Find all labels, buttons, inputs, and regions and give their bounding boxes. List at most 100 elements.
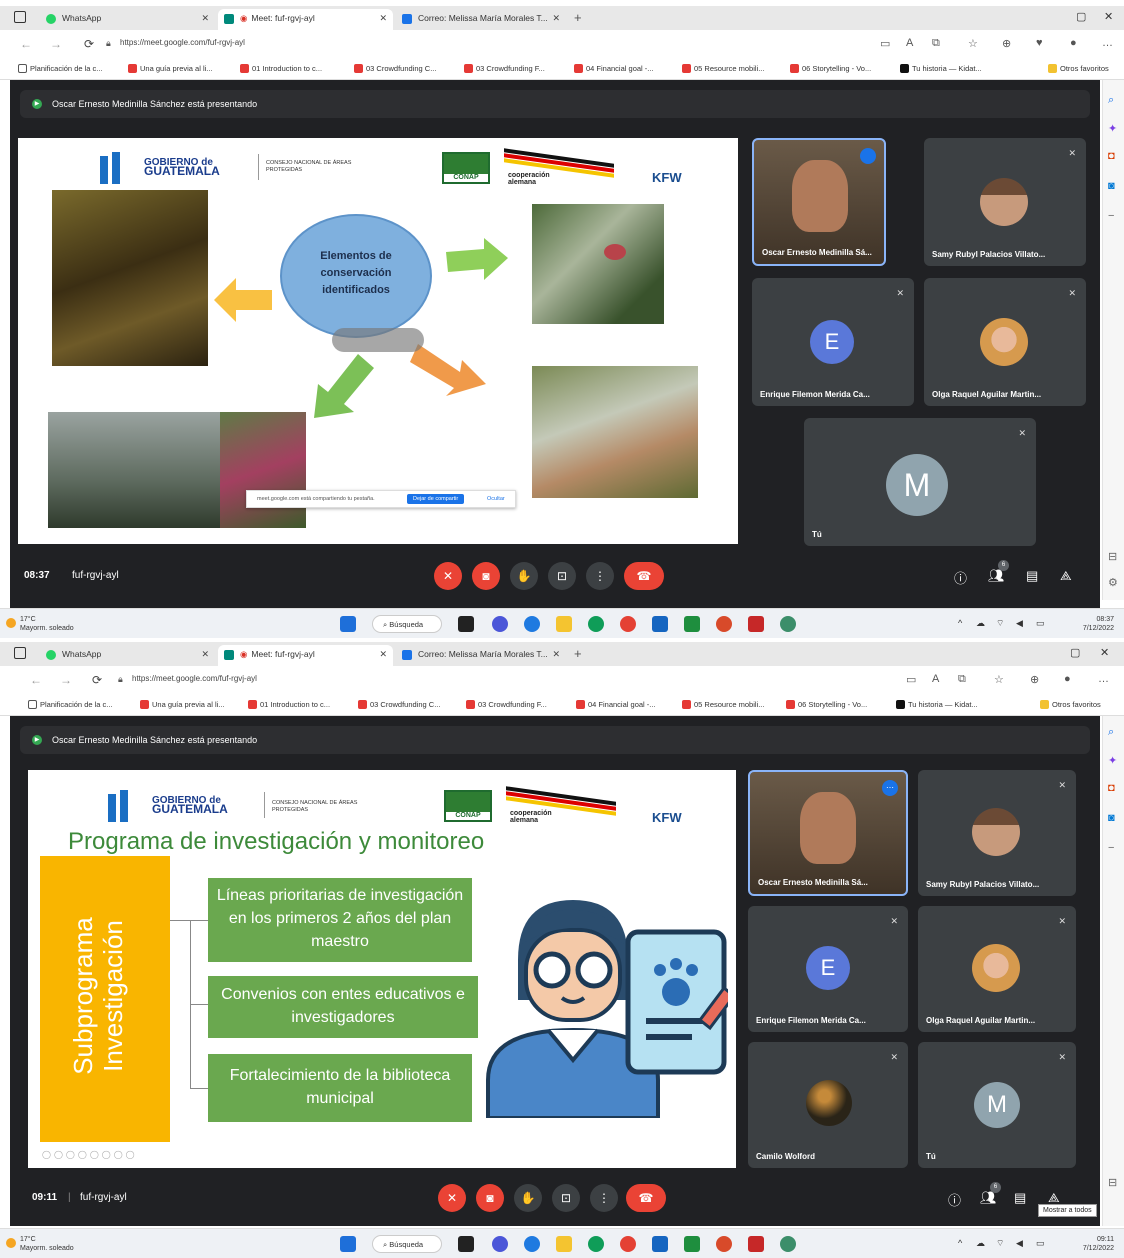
bookmark-6[interactable]: 04 Financial goal -...	[576, 700, 656, 709]
present-button[interactable]: ⊡	[552, 1184, 580, 1212]
chrome-icon[interactable]	[620, 616, 636, 632]
bookmark-7[interactable]: 05 Resource mobili...	[682, 64, 764, 73]
bookmark-3[interactable]: 01 Introduction to c...	[240, 64, 322, 73]
split-icon[interactable]: ⧉	[932, 37, 940, 50]
taskbar-search[interactable]: ⌕ Búsqueda	[372, 615, 442, 633]
url-field[interactable]: https://meet.google.com/fuf-rgvj-ayl	[120, 38, 245, 47]
onedrive-icon[interactable]: ☁	[976, 618, 985, 629]
bookmark-3[interactable]: 01 Introduction to c...	[248, 700, 330, 709]
tab-meet[interactable]: ◉ Meet: fuf-rgvj-ayl ✕	[218, 9, 393, 30]
search-icon[interactable]: ⌕	[1108, 94, 1114, 107]
tray-chevron-icon[interactable]: ^	[958, 1238, 962, 1248]
bookmark-folder[interactable]: Otros favoritos	[1048, 64, 1109, 73]
tab-actions-icon[interactable]	[14, 11, 26, 23]
camera-off-button[interactable]: ◙	[472, 562, 500, 590]
bookmark-1[interactable]: Planificación de la c...	[28, 700, 113, 709]
tray-chevron-icon[interactable]: ^	[958, 618, 962, 628]
raise-hand-button[interactable]: ✋	[514, 1184, 542, 1212]
mic-off-button[interactable]: ✕	[438, 1184, 466, 1212]
edge-green-icon[interactable]	[588, 616, 604, 632]
office-icon[interactable]: ◘	[1108, 150, 1115, 162]
more-options-button[interactable]: ⋮	[586, 562, 614, 590]
battery-icon[interactable]: ▭	[1036, 618, 1045, 629]
tab-meet[interactable]: ◉ Meet: fuf-rgvj-ayl ✕	[218, 645, 393, 666]
slide-control-pill[interactable]	[332, 328, 424, 352]
onedrive-icon[interactable]: ☁	[976, 1238, 985, 1249]
leave-call-button[interactable]: ☎	[626, 1184, 666, 1212]
reload-icon[interactable]: ⟳	[92, 673, 102, 687]
more-options-button[interactable]: ⋮	[590, 1184, 618, 1212]
bookmark-2[interactable]: Una guía previa al li...	[128, 64, 213, 73]
task-view-icon[interactable]	[458, 616, 474, 632]
taskbar-search[interactable]: ⌕ Búsqueda	[372, 1235, 442, 1253]
acrobat-icon[interactable]	[748, 616, 764, 632]
bookmark-9[interactable]: Tu historia — Kidat...	[900, 64, 982, 73]
favorite-icon[interactable]: ☆	[968, 37, 978, 50]
edge-icon[interactable]	[524, 616, 540, 632]
activities-icon[interactable]: ⟁	[1060, 568, 1072, 584]
sidebar-layout-icon[interactable]: ⊟	[1108, 550, 1117, 563]
add-icon[interactable]: −	[1108, 842, 1114, 854]
back-icon[interactable]: ←	[20, 37, 32, 51]
back-icon[interactable]: ←	[30, 673, 42, 687]
maps-icon[interactable]	[780, 616, 796, 632]
discover-icon[interactable]: ✦	[1108, 122, 1117, 135]
read-aloud-icon[interactable]: A	[906, 37, 913, 49]
outlook-icon[interactable]: ◙	[1108, 180, 1115, 192]
weather-widget[interactable]: 17°C Mayorm. soleado	[20, 615, 74, 633]
profile-icon[interactable]: ●	[1064, 673, 1071, 685]
battery-icon[interactable]: ▭	[1036, 1238, 1045, 1249]
profile-icon[interactable]: ●	[1070, 37, 1077, 49]
close-icon[interactable]: ✕	[201, 649, 209, 660]
participant-tile-olga[interactable]: ✕ Olga Raquel Aguilar Martin...	[918, 906, 1076, 1032]
clock[interactable]: 09:11 7/12/2022	[1083, 1235, 1114, 1253]
present-button[interactable]: ⊡	[548, 562, 576, 590]
volume-icon[interactable]: ◀	[1016, 618, 1023, 629]
stop-sharing-button[interactable]: Dejar de compartir	[407, 494, 465, 504]
powerpoint-icon[interactable]	[716, 1236, 732, 1252]
chat-app-icon[interactable]	[492, 1236, 508, 1252]
more-icon[interactable]: …	[1102, 37, 1113, 49]
bookmark-5[interactable]: 03 Crowdfunding F...	[466, 700, 547, 709]
split-icon[interactable]: ⧉	[958, 673, 966, 686]
participant-tile-samy[interactable]: ✕ Samy Rubyl Palacios Villato...	[924, 138, 1086, 266]
camera-icon[interactable]: ▭	[906, 673, 916, 686]
tab-whatsapp[interactable]: WhatsApp ✕	[40, 9, 215, 30]
raise-hand-button[interactable]: ✋	[510, 562, 538, 590]
tab-mail[interactable]: Correo: Melissa María Morales T... ✕	[396, 645, 566, 666]
restore-icon[interactable]: ▢	[1076, 10, 1086, 23]
participant-tile-camilo[interactable]: ✕ Camilo Wolford	[748, 1042, 908, 1168]
favorite-icon[interactable]: ☆	[994, 673, 1004, 686]
info-icon[interactable]: ⓘ	[954, 568, 967, 587]
participant-tile-samy[interactable]: ✕ Samy Rubyl Palacios Villato...	[918, 770, 1076, 896]
forward-icon[interactable]: →	[50, 37, 62, 51]
close-icon[interactable]: ✕	[201, 13, 209, 24]
tab-whatsapp[interactable]: WhatsApp ✕	[40, 645, 215, 666]
excel-icon[interactable]	[684, 1236, 700, 1252]
close-icon[interactable]: ✕	[379, 13, 387, 24]
tab-actions-icon[interactable]	[14, 647, 26, 659]
info-icon[interactable]: ⓘ	[948, 1190, 961, 1209]
hide-button[interactable]: Ocultar	[487, 496, 505, 502]
task-view-icon[interactable]	[458, 1236, 474, 1252]
search-icon[interactable]: ⌕	[1108, 726, 1114, 739]
close-icon[interactable]: ✕	[552, 649, 560, 660]
chat-app-icon[interactable]	[492, 616, 508, 632]
sidebar-layout-icon[interactable]: ⊟	[1108, 1176, 1117, 1189]
collections-icon[interactable]: ⊕	[1030, 673, 1039, 686]
forward-icon[interactable]: →	[60, 673, 72, 687]
tab-mail[interactable]: Correo: Melissa María Morales T... ✕	[396, 9, 566, 30]
more-icon[interactable]: …	[1098, 673, 1109, 685]
mic-off-button[interactable]: ✕	[434, 562, 462, 590]
file-explorer-icon[interactable]	[556, 1236, 572, 1252]
word-icon[interactable]	[652, 616, 668, 632]
leave-call-button[interactable]: ☎	[624, 562, 664, 590]
add-icon[interactable]: −	[1108, 210, 1114, 222]
acrobat-icon[interactable]	[748, 1236, 764, 1252]
participant-tile-olga[interactable]: ✕ Olga Raquel Aguilar Martin...	[924, 278, 1086, 406]
wifi-icon[interactable]: ⌔	[996, 1238, 1004, 1249]
chat-icon[interactable]: ▤	[1026, 568, 1038, 584]
bookmark-8[interactable]: 06 Storytelling - Vo...	[786, 700, 867, 709]
volume-icon[interactable]: ◀	[1016, 1238, 1023, 1249]
weather-widget[interactable]: 17°C Mayorm. soleado	[20, 1235, 74, 1253]
